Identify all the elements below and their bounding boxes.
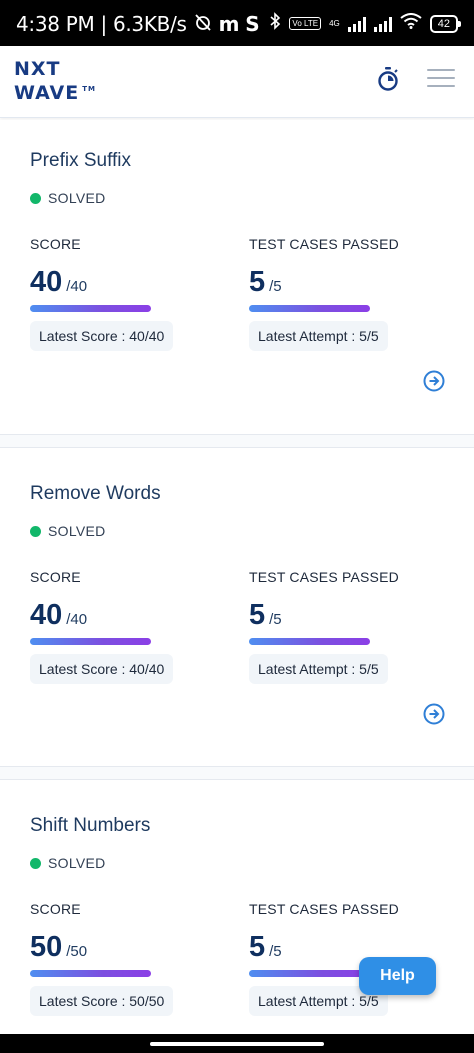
app-s-icon: S: [245, 12, 260, 36]
problem-title: Remove Words: [30, 483, 161, 504]
logo-line-1: NXT: [14, 58, 61, 80]
tests-progress-bar: [249, 638, 370, 645]
latest-score-chip: Latest Score : 50/50: [30, 986, 174, 1016]
battery-icon: 42: [429, 14, 462, 33]
status-separator: |: [100, 12, 108, 36]
score-total: /40: [66, 611, 88, 628]
stopwatch-icon[interactable]: [376, 66, 400, 92]
score-section: SCORE 40 /40 Latest Score : 40/40: [30, 569, 174, 684]
problem-card[interactable]: Shift Numbers SOLVED SCORE 50 /50 Latest…: [0, 785, 474, 1053]
tests-value: 5: [249, 599, 266, 631]
score-value: 50: [30, 931, 63, 963]
problem-title: Prefix Suffix: [30, 150, 132, 171]
app-header: NXT WAVE TM: [0, 46, 474, 118]
tests-label: TEST CASES PASSED: [249, 569, 399, 585]
logo-line-2-wrap: WAVE TM: [14, 79, 96, 104]
tests-section: TEST CASES PASSED 5 /5 Latest Attempt : …: [249, 569, 399, 684]
network-type: 4G: [329, 18, 340, 28]
status-net-speed: 6.3KB/s: [112, 12, 187, 36]
screen: 4:38 PM | 6.3KB/s m S Vo LTE 4G 42 NXT W…: [0, 0, 474, 1053]
score-value: 40: [30, 266, 63, 298]
tests-value: 5: [249, 266, 266, 298]
latest-score-chip: Latest Score : 40/40: [30, 654, 174, 684]
latest-attempt-chip: Latest Attempt : 5/5: [249, 321, 388, 351]
alarm-off-icon: [193, 12, 213, 36]
problem-title: Shift Numbers: [30, 815, 151, 836]
status-time: 4:38 PM: [16, 12, 95, 36]
tests-total: /5: [269, 278, 282, 295]
arrow-right-circle-icon[interactable]: [423, 370, 445, 392]
latest-score-chip: Latest Score : 40/40: [30, 321, 174, 351]
status-badge: SOLVED: [30, 855, 106, 871]
network-type-label: 4G: [329, 18, 340, 28]
score-value: 40: [30, 599, 63, 631]
status-text: SOLVED: [48, 190, 106, 206]
app-m-icon: m: [218, 12, 240, 36]
status-badge: SOLVED: [30, 190, 106, 206]
tests-value: 5: [249, 931, 266, 963]
score-value-row: 40 /40: [30, 599, 173, 632]
score-progress-bar: [30, 970, 151, 977]
problem-card[interactable]: Remove Words SOLVED SCORE 40 /40 Latest …: [0, 453, 474, 768]
score-section: SCORE 50 /50 Latest Score : 50/50: [30, 901, 174, 1016]
status-text: SOLVED: [48, 855, 106, 871]
score-label: SCORE: [30, 569, 81, 585]
solved-dot-icon: [30, 857, 41, 869]
score-section: SCORE 40 /40 Latest Score : 40/40: [30, 236, 174, 351]
tests-section: TEST CASES PASSED 5 /5 Latest Attempt : …: [249, 236, 399, 351]
score-value-row: 40 /40: [30, 266, 173, 299]
tests-value-row: 5 /5: [249, 599, 399, 632]
solved-dot-icon: [30, 192, 41, 204]
hamburger-menu-icon[interactable]: [427, 69, 455, 87]
problem-card[interactable]: Prefix Suffix SOLVED SCORE 40 /40 Latest…: [0, 120, 474, 435]
signal-icon: [347, 16, 366, 32]
help-button[interactable]: Help: [359, 957, 436, 995]
section-divider: [0, 434, 474, 448]
bluetooth-icon: [269, 12, 281, 35]
signal-2-icon: [373, 16, 392, 32]
home-gesture-bar[interactable]: [150, 1042, 324, 1046]
tests-total: /5: [269, 943, 282, 960]
tests-label: TEST CASES PASSED: [249, 901, 399, 917]
score-label: SCORE: [30, 901, 81, 917]
status-text: SOLVED: [48, 523, 106, 539]
logo-line-2: WAVE: [14, 82, 80, 104]
wifi-icon: [400, 13, 422, 34]
latest-attempt-chip: Latest Attempt : 5/5: [249, 654, 388, 684]
status-badge: SOLVED: [30, 523, 106, 539]
tests-progress-bar: [249, 970, 370, 977]
score-progress-bar: [30, 638, 151, 645]
score-progress-bar: [30, 305, 151, 312]
tests-value-row: 5 /5: [249, 266, 399, 299]
nxtwave-logo[interactable]: NXT WAVE TM: [14, 60, 96, 104]
arrow-right-circle-icon[interactable]: [423, 703, 445, 725]
status-bar: 4:38 PM | 6.3KB/s m S Vo LTE 4G 42: [0, 0, 474, 46]
score-value-row: 50 /50: [30, 931, 173, 964]
score-total: /50: [66, 943, 88, 960]
section-divider: [0, 766, 474, 780]
tests-progress-bar: [249, 305, 370, 312]
system-nav-bar: [0, 1034, 474, 1053]
tests-label: TEST CASES PASSED: [249, 236, 399, 252]
solved-dot-icon: [30, 525, 41, 537]
score-label: SCORE: [30, 236, 81, 252]
volte-icon: Vo LTE: [289, 17, 322, 30]
score-total: /40: [66, 278, 88, 295]
tests-total: /5: [269, 611, 282, 628]
logo-tm: TM: [82, 85, 96, 93]
